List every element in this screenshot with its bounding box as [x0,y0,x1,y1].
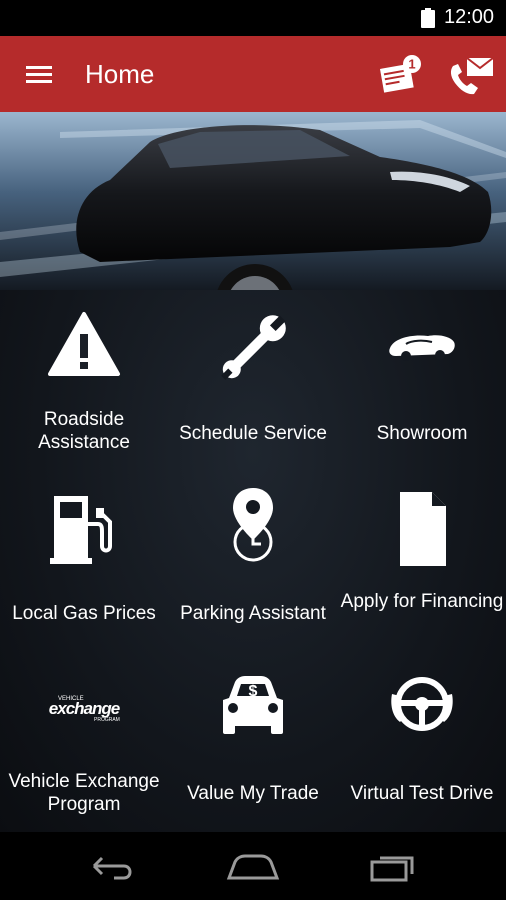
document-icon [372,488,472,568]
navigation-bar [0,832,506,900]
tile-label: Apply for Financing [340,591,504,612]
map-pin-clock-icon [203,484,303,564]
recent-apps-icon[interactable] [366,848,422,884]
svg-text:$: $ [249,683,258,700]
steering-wheel-icon [372,664,472,744]
page-title: Home [85,59,155,89]
home-icon[interactable] [225,848,281,884]
gas-pump-icon [34,486,134,566]
tile-label: Vehicle Exchange Program [8,771,160,815]
phone-mail-icon[interactable] [443,52,495,98]
local-gas-prices-tile[interactable]: Local Gas Prices [0,470,168,650]
back-icon[interactable] [84,848,140,884]
status-bar: 12:00 [0,0,506,36]
showroom-tile[interactable]: Showroom [338,290,506,470]
logo-exchange-text: exchange [49,699,120,718]
roadside-assistance-tile[interactable]: Roadside Assistance [0,290,168,470]
virtual-test-drive-tile[interactable]: Virtual Test Drive [338,650,506,830]
tile-label: Schedule Service [179,423,327,444]
warning-triangle-icon [34,308,134,388]
menu-icon[interactable] [22,60,56,88]
apply-for-financing-tile[interactable]: Apply for Financing [338,470,506,650]
logo-program-text: PROGRAM [94,717,120,723]
battery-icon [421,8,435,28]
message-badge-count: 1 [408,57,415,72]
cars-icon [372,308,472,388]
status-time: 12:00 [444,6,495,28]
parking-assistant-tile[interactable]: Parking Assistant [169,470,337,650]
vehicle-exchange-logo: VEHICLE exchange PROGRAM [34,674,134,754]
wrench-icon [203,308,303,388]
tile-label: Parking Assistant [180,603,326,624]
tile-label: Value My Trade [187,783,319,804]
hero-car-image [0,112,506,290]
car-dollar-icon: $ [203,668,303,748]
messages-icon[interactable]: 1 [378,54,424,96]
schedule-service-tile[interactable]: Schedule Service [169,290,337,470]
tile-label: Showroom [376,423,468,444]
tile-label: Local Gas Prices [12,603,156,624]
app-bar: Home 1 [0,36,506,112]
menu-grid: Roadside Assistance Schedule Service Sho… [0,290,506,832]
vehicle-exchange-program-tile[interactable]: VEHICLE exchange PROGRAM Vehicle Exchang… [0,650,168,830]
tile-label: Roadside Assistance [38,409,130,453]
value-my-trade-tile[interactable]: $ Value My Trade [169,650,337,830]
tile-label: Virtual Test Drive [350,783,494,804]
